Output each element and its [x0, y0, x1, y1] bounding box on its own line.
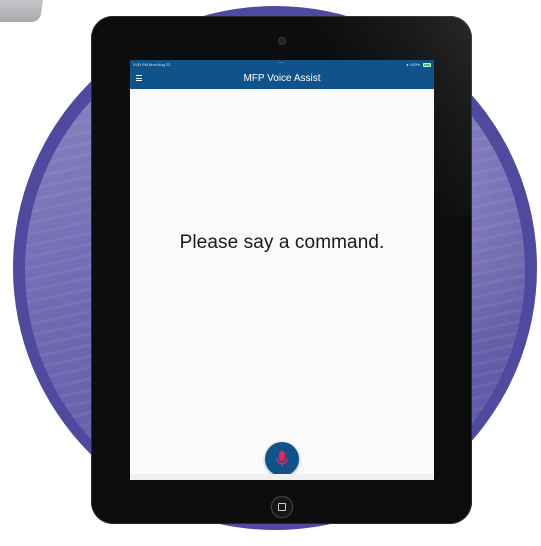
app-title: MFP Voice Assist [243, 73, 321, 84]
page: 2:00 PM Mon Aug 22 ... ● 100% MFP Voice … [0, 0, 541, 546]
background-card-fragment [0, 0, 45, 22]
home-square-icon [278, 503, 286, 511]
status-multitask-indicator: ... [278, 60, 285, 65]
app-bar: MFP Voice Assist [130, 69, 434, 89]
status-battery-percent: ● 100% [406, 62, 420, 67]
status-bar: 2:00 PM Mon Aug 22 ... ● 100% [130, 60, 434, 69]
battery-icon [423, 62, 431, 67]
tablet-device: 2:00 PM Mon Aug 22 ... ● 100% MFP Voice … [91, 16, 472, 524]
front-camera [279, 38, 285, 44]
home-button[interactable] [271, 496, 293, 518]
microphone-icon [276, 451, 288, 467]
command-prompt: Please say a command. [179, 232, 385, 253]
app-screen: 2:00 PM Mon Aug 22 ... ● 100% MFP Voice … [130, 60, 434, 480]
screen-bottom-bar [130, 474, 434, 480]
status-time: 2:00 PM Mon Aug 22 [133, 62, 171, 67]
microphone-button[interactable] [265, 442, 299, 476]
hamburger-menu-icon[interactable] [136, 75, 142, 82]
